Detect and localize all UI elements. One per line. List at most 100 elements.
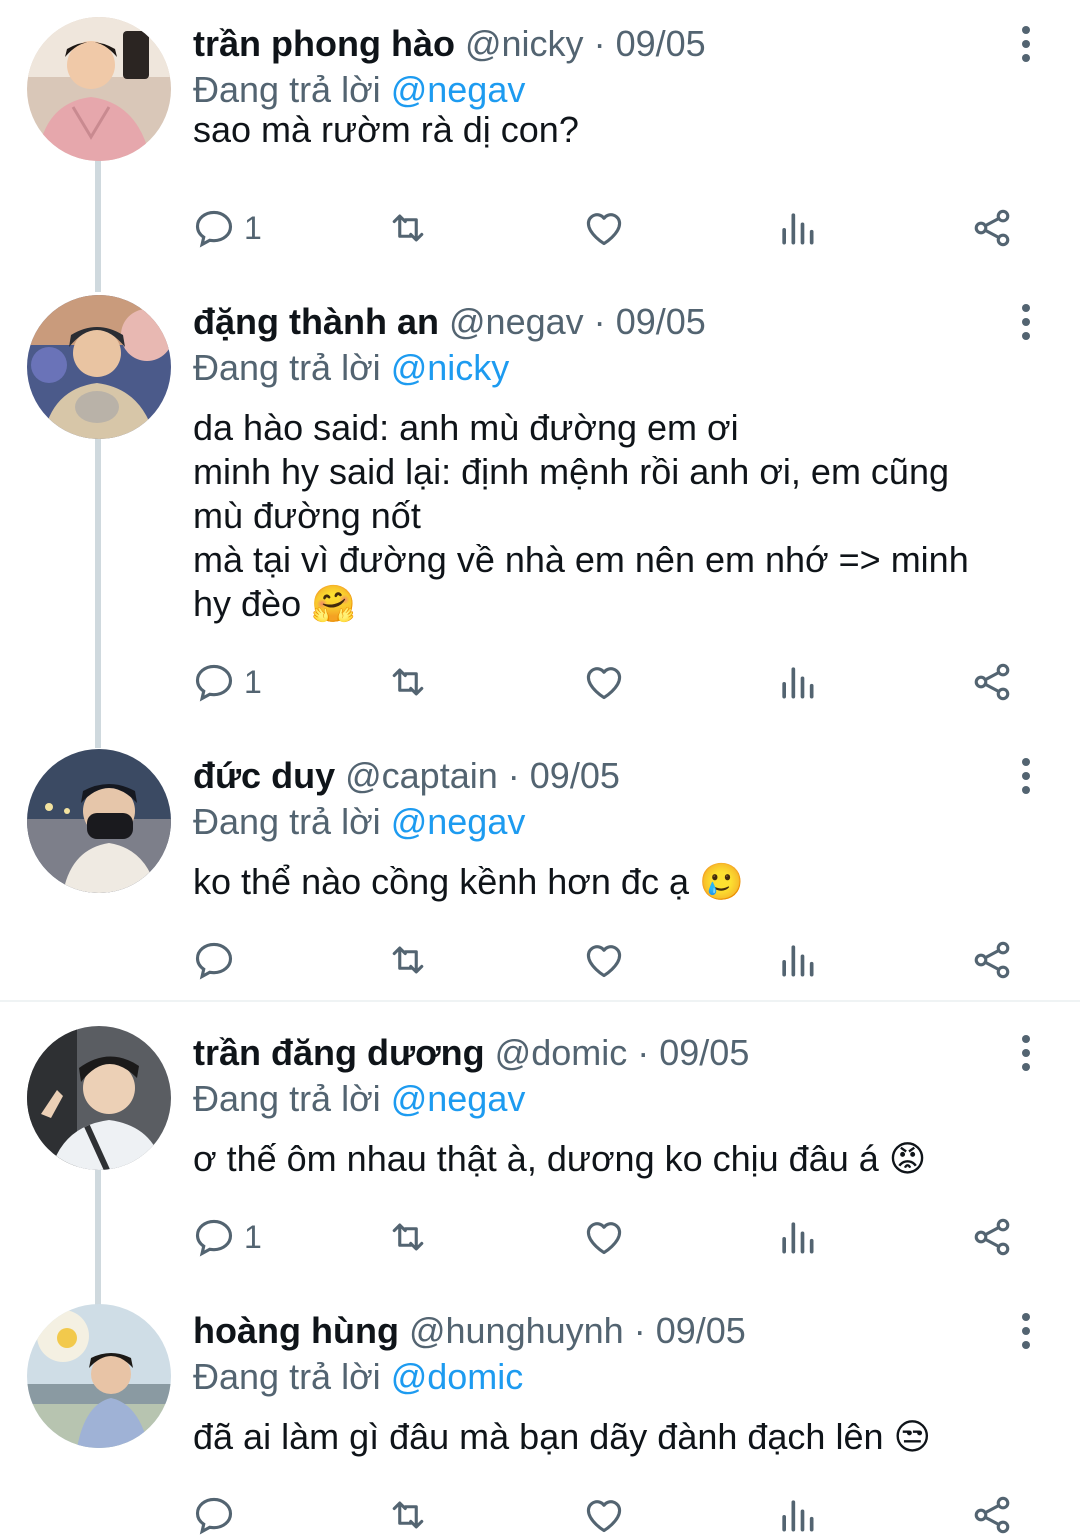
retweet-button[interactable]: [386, 204, 430, 252]
reply-count: 1: [244, 663, 262, 700]
views-button[interactable]: [775, 1491, 819, 1539]
thread-divider: [0, 1000, 1080, 1002]
tweet-text-line: ơ thế ôm nhau thật à, dương ko chịu đâu …: [193, 1138, 927, 1179]
tweet-text-line: mù đường nốt: [193, 495, 421, 536]
mention-link[interactable]: @negav: [391, 69, 526, 110]
replying-prefix: Đang trả lời: [193, 69, 381, 110]
user-handle[interactable]: @domic: [495, 1032, 628, 1073]
share-icon: [974, 1218, 1010, 1256]
more-vertical-icon[interactable]: [1018, 304, 1034, 340]
reply-icon: [195, 1497, 233, 1535]
display-name[interactable]: trần đăng dương: [193, 1032, 485, 1073]
thread-line: [95, 1169, 101, 1305]
reply-button[interactable]: [192, 936, 244, 984]
replying-to: Đang trả lời @negav: [193, 68, 525, 112]
mention-link[interactable]: @domic: [391, 1356, 524, 1397]
tweet-text: đã ai làm gì đâu mà bạn dãy đành đạch lê…: [193, 1415, 1023, 1459]
reply-tweet[interactable]: trần phong hào @nicky · 09/05 Đang trả l…: [0, 0, 1080, 292]
share-button[interactable]: [970, 1213, 1014, 1261]
mention-link[interactable]: @negav: [391, 1078, 526, 1119]
like-button[interactable]: [582, 1491, 626, 1539]
reply-icon: [195, 942, 233, 980]
action-bar: [192, 936, 1032, 984]
replying-prefix: Đang trả lời: [193, 1356, 381, 1397]
retweet-icon: [392, 1223, 424, 1251]
action-bar: [192, 1491, 1032, 1539]
heart-icon: [586, 213, 622, 246]
avatar[interactable]: [27, 749, 171, 893]
reply-button[interactable]: 1: [192, 204, 262, 252]
separator-dot: ·: [507, 755, 520, 796]
display-name[interactable]: đức duy: [193, 755, 335, 796]
share-icon: [974, 209, 1010, 247]
retweet-button[interactable]: [386, 1491, 430, 1539]
reply-icon: [195, 210, 233, 248]
tweet-text: sao mà rườm rà dị con?: [193, 108, 1023, 152]
heart-icon: [586, 1222, 622, 1255]
mention-link[interactable]: @nicky: [391, 347, 510, 388]
more-vertical-icon[interactable]: [1018, 758, 1034, 794]
tweet-text-line: đã ai làm gì đâu mà bạn dãy đành đạch lê…: [193, 1416, 932, 1457]
tweet-date[interactable]: 09/05: [616, 301, 706, 342]
avatar[interactable]: [27, 17, 171, 161]
separator-dot: ·: [593, 23, 606, 64]
avatar[interactable]: [27, 295, 171, 439]
share-button[interactable]: [970, 1491, 1014, 1539]
separator-dot: ·: [637, 1032, 650, 1073]
reply-count: 1: [244, 1218, 262, 1255]
heart-icon: [586, 945, 622, 978]
avatar[interactable]: [27, 1304, 171, 1448]
separator-dot: ·: [593, 301, 606, 342]
share-button[interactable]: [970, 204, 1014, 252]
views-button[interactable]: [775, 204, 819, 252]
retweet-button[interactable]: [386, 658, 430, 706]
views-button[interactable]: [775, 658, 819, 706]
like-button[interactable]: [582, 936, 626, 984]
more-vertical-icon[interactable]: [1018, 1035, 1034, 1071]
reply-tweet[interactable]: trần đăng dương @domic · 09/05 Đang trả …: [0, 1009, 1080, 1305]
reply-button[interactable]: [192, 1491, 244, 1539]
retweet-button[interactable]: [386, 936, 430, 984]
action-bar: 1: [192, 1213, 1032, 1261]
more-vertical-icon[interactable]: [1018, 26, 1034, 62]
display-name[interactable]: hoàng hùng: [193, 1310, 399, 1351]
retweet-icon: [392, 946, 424, 974]
display-name[interactable]: đặng thành an: [193, 301, 439, 342]
mention-link[interactable]: @negav: [391, 801, 526, 842]
display-name[interactable]: trần phong hào: [193, 23, 455, 64]
reply-icon: [195, 664, 233, 702]
reply-button[interactable]: 1: [192, 1213, 262, 1261]
tweet-date[interactable]: 09/05: [530, 755, 620, 796]
tweet-text-line: sao mà rườm rà dị con?: [193, 109, 579, 150]
like-button[interactable]: [582, 204, 626, 252]
tweet-text: ko thể nào cồng kềnh hơn đc ạ 🥲: [193, 860, 1023, 904]
share-button[interactable]: [970, 936, 1014, 984]
retweet-icon: [392, 668, 424, 696]
tweet-date[interactable]: 09/05: [659, 1032, 749, 1073]
reply-tweet[interactable]: đặng thành an @negav · 09/05 Đang trả lờ…: [0, 278, 1080, 748]
reply-tweet[interactable]: đức duy @captain · 09/05 Đang trả lời @n…: [0, 732, 1080, 1000]
views-button[interactable]: [775, 1213, 819, 1261]
user-handle[interactable]: @hunghuynh: [409, 1310, 624, 1351]
like-button[interactable]: [582, 1213, 626, 1261]
views-button[interactable]: [775, 936, 819, 984]
like-button[interactable]: [582, 658, 626, 706]
replying-prefix: Đang trả lời: [193, 801, 381, 842]
replying-prefix: Đang trả lời: [193, 347, 381, 388]
tweet-date[interactable]: 09/05: [616, 23, 706, 64]
share-icon: [974, 941, 1010, 979]
avatar[interactable]: [27, 1026, 171, 1170]
reply-button[interactable]: 1: [192, 658, 262, 706]
user-handle[interactable]: @nicky: [465, 23, 584, 64]
user-handle[interactable]: @captain: [345, 755, 498, 796]
tweet-date[interactable]: 09/05: [656, 1310, 746, 1351]
retweet-icon: [392, 1501, 424, 1529]
tweet-header: đặng thành an @negav · 09/05: [193, 300, 706, 344]
retweet-button[interactable]: [386, 1213, 430, 1261]
analytics-icon: [782, 667, 814, 699]
share-button[interactable]: [970, 658, 1014, 706]
reply-tweet[interactable]: hoàng hùng @hunghuynh · 09/05 Đang trả l…: [0, 1287, 1080, 1536]
more-vertical-icon[interactable]: [1018, 1313, 1034, 1349]
thread-line: [95, 438, 101, 748]
user-handle[interactable]: @negav: [449, 301, 584, 342]
